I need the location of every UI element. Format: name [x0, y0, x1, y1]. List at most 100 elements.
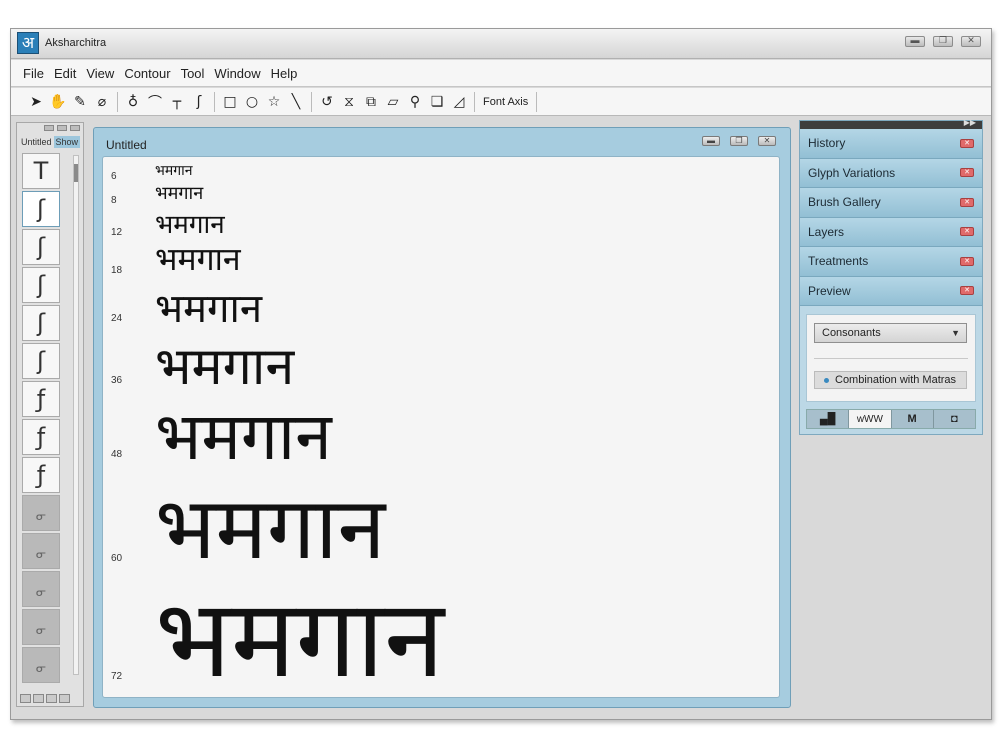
menu-help[interactable]: Help — [271, 66, 298, 81]
panel-restore-button[interactable] — [57, 125, 67, 131]
specimen-text: भमगान — [155, 163, 193, 179]
close-icon[interactable]: ✕ — [960, 256, 974, 266]
glyph-cell[interactable]: ƒ — [22, 381, 60, 417]
menu-tool[interactable]: Tool — [181, 66, 205, 81]
section-glyph-variations[interactable]: Glyph Variations ✕ — [800, 158, 982, 188]
rectangle-tool-icon[interactable]: □ — [219, 91, 241, 113]
section-layers[interactable]: Layers ✕ — [800, 217, 982, 247]
glyph-cell[interactable]: ʃ — [22, 305, 60, 341]
size-label: 36 — [111, 375, 123, 386]
hook-tool-icon[interactable]: ʃ — [188, 91, 210, 113]
preview-content: Consonants ▼ Combination with Matras — [806, 314, 976, 402]
tab-waveform[interactable]: wWW — [849, 410, 892, 428]
category-dropdown[interactable]: Consonants ▼ — [814, 323, 967, 343]
section-label: Preview — [808, 283, 851, 298]
scrollbar-thumb[interactable] — [74, 164, 78, 182]
ellipse-tool-icon[interactable]: ○ — [241, 91, 263, 113]
zoom-tool-icon[interactable]: ⚲ — [404, 91, 426, 113]
preview-divider — [814, 358, 968, 359]
delete-glyph-button[interactable] — [59, 694, 70, 703]
curve-tool-icon[interactable]: ⌒ — [144, 91, 166, 113]
glyph-cell[interactable]: ʃ — [22, 191, 60, 227]
menu-view[interactable]: View — [86, 66, 114, 81]
glyph-cell-empty[interactable]: ᓂ — [22, 609, 60, 645]
dropdown-value: Consonants — [822, 327, 881, 339]
toolbar-divider — [474, 91, 475, 112]
square-icon: ◘ — [951, 413, 958, 425]
close-icon[interactable]: ✕ — [960, 197, 974, 207]
glyph-cell-empty[interactable]: ᓂ — [22, 571, 60, 607]
right-panel-header: ▶▶ — [800, 118, 982, 129]
menu-window[interactable]: Window — [214, 66, 260, 81]
close-button[interactable]: ✕ — [961, 35, 981, 47]
close-icon[interactable]: ✕ — [960, 286, 974, 296]
glyph-cell[interactable]: ƒ — [22, 419, 60, 455]
glyph-cell[interactable]: ƒ — [22, 457, 60, 493]
tab-untitled[interactable]: Untitled — [19, 136, 54, 148]
menu-file[interactable]: File — [23, 66, 44, 81]
close-icon[interactable]: ✕ — [960, 168, 974, 178]
glyph-cell[interactable]: ʃ — [22, 343, 60, 379]
panel-minimize-button[interactable] — [44, 125, 54, 131]
tab-blocks[interactable]: ▄█ — [807, 410, 850, 428]
glyph-cell-empty[interactable]: ᓂ — [22, 495, 60, 531]
glyph-cell[interactable]: ʃ — [22, 267, 60, 303]
glyph-cell[interactable]: T — [22, 153, 60, 189]
close-icon[interactable]: ✕ — [960, 138, 974, 148]
section-label: Treatments — [808, 254, 869, 269]
doc-maximize-button[interactable]: ❐ — [730, 136, 748, 146]
glyph-cell-empty[interactable]: ᓂ — [22, 647, 60, 683]
collapse-panel-icon[interactable]: ▶▶ — [964, 118, 976, 127]
glyph-list-scrollbar[interactable] — [73, 155, 79, 675]
section-label: Brush Gallery — [808, 195, 881, 210]
section-brush-gallery[interactable]: Brush Gallery ✕ — [800, 188, 982, 218]
glyph-cell-empty[interactable]: ᓂ — [22, 533, 60, 569]
copy-tool-icon[interactable]: ❏ — [426, 91, 448, 113]
pen-tool-icon[interactable]: ✎ — [69, 91, 91, 113]
font-axis-button[interactable]: Font Axis — [479, 96, 532, 108]
pointer-tool-icon[interactable]: ➤ — [25, 91, 47, 113]
size-label: 8 — [111, 195, 117, 206]
rotate-tool-icon[interactable]: ↺ — [316, 91, 338, 113]
hand-tool-icon[interactable]: ✋ — [47, 91, 69, 113]
section-treatments[interactable]: Treatments ✕ — [800, 247, 982, 277]
specimen-text: भमगान — [155, 577, 445, 698]
document-title: Untitled — [106, 138, 147, 152]
nib-tool-icon[interactable]: ♁ — [122, 91, 144, 113]
toolbar: ➤ ✋ ✎ ⌀ ♁ ⌒ ┬ ʃ □ ○ ☆ ╲ ↺ ⧖ ⧉ ▱ ⚲ ❏ ◿ Fo… — [11, 88, 991, 116]
ruler-tool-icon[interactable]: ⌀ — [91, 91, 113, 113]
reflect-tool-icon[interactable]: ⧖ — [338, 91, 360, 113]
type-specimen-canvas[interactable]: 6 भमगान 8 भमगान 12 भमगान 18 भमगान 24 भमग… — [102, 156, 780, 698]
corner-tool-icon[interactable]: ┬ — [166, 91, 188, 113]
app-logo-icon: अ — [17, 32, 39, 54]
add-glyph-button[interactable] — [46, 694, 57, 703]
section-preview[interactable]: Preview ✕ — [800, 276, 982, 306]
tab-show[interactable]: Show — [53, 136, 81, 148]
close-icon[interactable]: ✕ — [960, 227, 974, 237]
maximize-button[interactable]: ❐ — [933, 35, 953, 47]
scale-tool-icon[interactable]: ⧉ — [360, 91, 382, 113]
view-large-button[interactable] — [33, 694, 44, 703]
section-history[interactable]: History ✕ — [800, 129, 982, 159]
doc-minimize-button[interactable]: ▬ — [702, 136, 720, 146]
minimize-button[interactable]: ▬ — [905, 35, 925, 47]
tab-label: M — [907, 413, 917, 425]
view-small-button[interactable] — [20, 694, 31, 703]
skew-tool-icon[interactable]: ▱ — [382, 91, 404, 113]
panel-close-button[interactable] — [70, 125, 80, 131]
menu-contour[interactable]: Contour — [124, 66, 170, 81]
tab-m[interactable]: M — [891, 410, 934, 428]
section-label: Glyph Variations — [808, 165, 896, 180]
tab-square[interactable]: ◘ — [933, 410, 975, 428]
size-label: 24 — [111, 313, 123, 324]
menu-edit[interactable]: Edit — [54, 66, 76, 81]
shape-tool-icon[interactable]: ◿ — [448, 91, 470, 113]
glyph-cell[interactable]: ʃ — [22, 229, 60, 265]
specimen-text: भमगान — [155, 286, 263, 332]
combination-option[interactable]: Combination with Matras — [814, 371, 967, 389]
app-title: Aksharchitra — [45, 37, 107, 49]
line-tool-icon[interactable]: ╲ — [285, 91, 307, 113]
doc-close-button[interactable]: ✕ — [758, 136, 776, 146]
specimen-text: भमगान — [155, 240, 241, 278]
star-tool-icon[interactable]: ☆ — [263, 91, 285, 113]
